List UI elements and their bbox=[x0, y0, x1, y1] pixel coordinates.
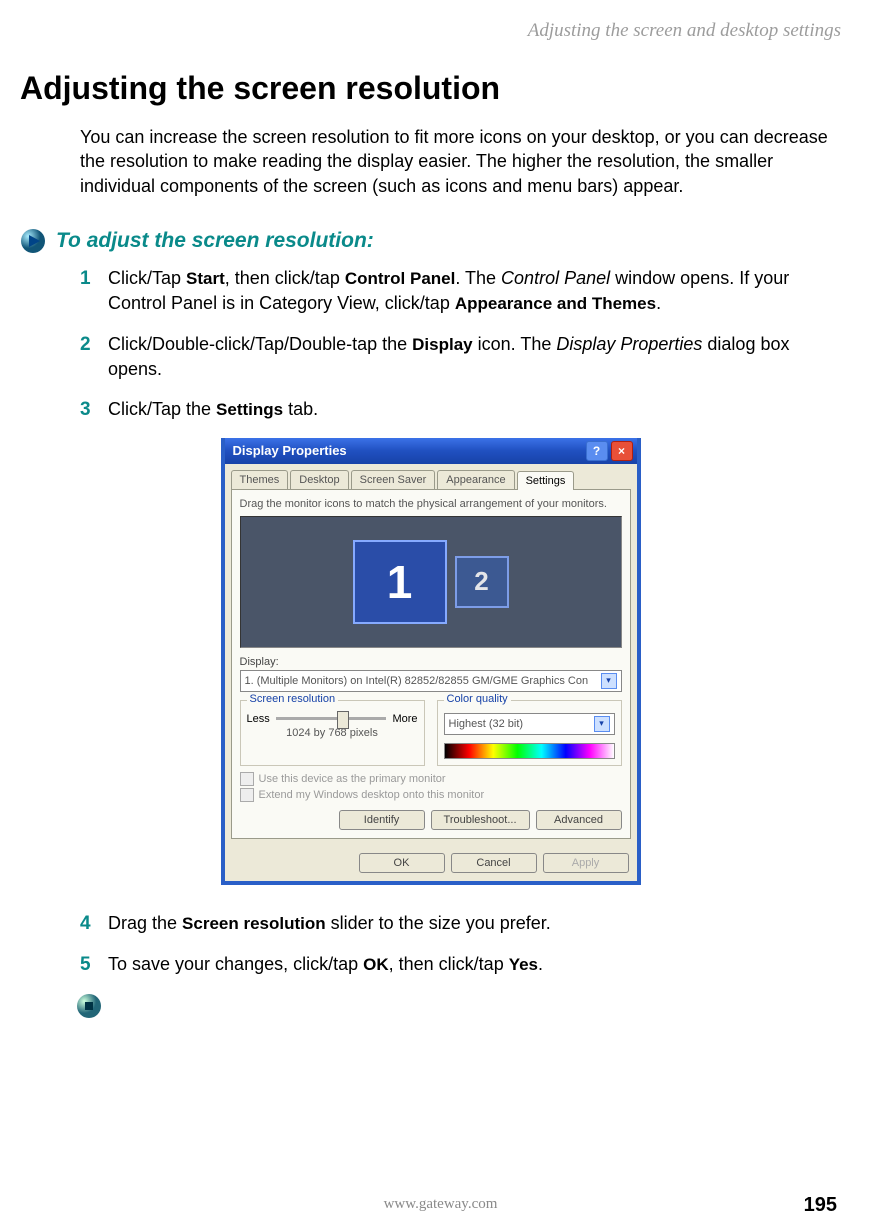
close-button[interactable]: × bbox=[611, 441, 633, 461]
color-dropdown[interactable]: Highest (32 bit) ▾ bbox=[444, 713, 615, 735]
task-title: To adjust the screen resolution: bbox=[56, 229, 374, 253]
step-text: To save your changes, click/tap bbox=[108, 954, 363, 974]
step-text: , then click/tap bbox=[389, 954, 509, 974]
tab-strip: Themes Desktop Screen Saver Appearance S… bbox=[225, 464, 637, 489]
intro-paragraph: You can increase the screen resolution t… bbox=[80, 125, 841, 198]
monitor-2[interactable]: 2 bbox=[455, 556, 509, 608]
tab-themes[interactable]: Themes bbox=[231, 470, 289, 489]
step-text: Click/Tap the bbox=[108, 399, 216, 419]
step-3: Click/Tap the Settings tab. bbox=[80, 397, 841, 422]
chevron-down-icon: ▾ bbox=[601, 673, 617, 689]
running-header: Adjusting the screen and desktop setting… bbox=[20, 20, 841, 42]
step-text: . bbox=[656, 293, 661, 313]
ui-ref: Yes bbox=[509, 955, 538, 974]
step-2: Click/Double-click/Tap/Double-tap the Di… bbox=[80, 332, 841, 381]
screen-resolution-group: Screen resolution Less More 1024 by 768 … bbox=[240, 700, 425, 766]
resolution-slider[interactable]: Less More bbox=[247, 713, 418, 725]
monitor-arrangement[interactable]: 1 2 bbox=[240, 516, 622, 648]
slider-min-label: Less bbox=[247, 713, 270, 725]
display-value: 1. (Multiple Monitors) on Intel(R) 82852… bbox=[245, 675, 589, 687]
ui-ref: Settings bbox=[216, 400, 283, 419]
tab-settings[interactable]: Settings bbox=[517, 471, 575, 490]
ui-ref: Display bbox=[412, 335, 472, 354]
step-text: Drag the bbox=[108, 913, 182, 933]
window-name: Control Panel bbox=[501, 268, 610, 288]
tab-screensaver[interactable]: Screen Saver bbox=[351, 470, 436, 489]
checkbox bbox=[240, 772, 254, 786]
identify-button[interactable]: Identify bbox=[339, 810, 425, 830]
checkbox-label: Extend my Windows desktop onto this moni… bbox=[259, 789, 485, 801]
step-4: Drag the Screen resolution slider to the… bbox=[80, 911, 841, 936]
display-properties-dialog: Display Properties ? × Themes Desktop Sc… bbox=[221, 438, 641, 885]
color-spectrum bbox=[444, 743, 615, 759]
cancel-button[interactable]: Cancel bbox=[451, 853, 537, 873]
steps-list-cont: Drag the Screen resolution slider to the… bbox=[80, 911, 841, 977]
primary-monitor-checkbox-row: Use this device as the primary monitor bbox=[240, 772, 622, 786]
page-number: 195 bbox=[804, 1194, 837, 1217]
step-text: icon. The bbox=[473, 334, 557, 354]
steps-list: Click/Tap Start, then click/tap Control … bbox=[80, 266, 841, 422]
extend-desktop-checkbox-row: Extend my Windows desktop onto this moni… bbox=[240, 788, 622, 802]
chevron-down-icon: ▾ bbox=[594, 716, 610, 732]
help-button[interactable]: ? bbox=[586, 441, 608, 461]
step-text: slider to the size you prefer. bbox=[326, 913, 551, 933]
ui-ref: Start bbox=[186, 269, 225, 288]
ui-ref: OK bbox=[363, 955, 389, 974]
step-1: Click/Tap Start, then click/tap Control … bbox=[80, 266, 841, 316]
tab-appearance[interactable]: Appearance bbox=[437, 470, 514, 489]
display-dropdown[interactable]: 1. (Multiple Monitors) on Intel(R) 82852… bbox=[240, 670, 622, 692]
step-text: Click/Double-click/Tap/Double-tap the bbox=[108, 334, 412, 354]
step-text: tab. bbox=[283, 399, 318, 419]
monitor-1[interactable]: 1 bbox=[353, 540, 447, 624]
instruction-text: Drag the monitor icons to match the phys… bbox=[240, 498, 622, 510]
troubleshoot-button[interactable]: Troubleshoot... bbox=[431, 810, 530, 830]
apply-button[interactable]: Apply bbox=[543, 853, 629, 873]
step-text: . bbox=[538, 954, 543, 974]
checkbox bbox=[240, 788, 254, 802]
group-title: Screen resolution bbox=[247, 693, 339, 705]
resolution-value: 1024 by 768 pixels bbox=[247, 727, 418, 739]
slider-thumb[interactable] bbox=[337, 711, 349, 729]
checkbox-label: Use this device as the primary monitor bbox=[259, 773, 446, 785]
step-text: . The bbox=[455, 268, 501, 288]
stop-icon bbox=[76, 993, 102, 1019]
ui-ref: Appearance and Themes bbox=[455, 294, 656, 313]
ui-ref: Control Panel bbox=[345, 269, 456, 288]
ok-button[interactable]: OK bbox=[359, 853, 445, 873]
slider-max-label: More bbox=[392, 713, 417, 725]
tab-desktop[interactable]: Desktop bbox=[290, 470, 348, 489]
step-text: , then click/tap bbox=[225, 268, 345, 288]
color-quality-group: Color quality Highest (32 bit) ▾ bbox=[437, 700, 622, 766]
advanced-button[interactable]: Advanced bbox=[536, 810, 622, 830]
group-title: Color quality bbox=[444, 693, 511, 705]
step-5: To save your changes, click/tap OK, then… bbox=[80, 952, 841, 977]
ui-ref: Screen resolution bbox=[182, 914, 326, 933]
color-value: Highest (32 bit) bbox=[449, 718, 524, 730]
dialog-title: Display Properties bbox=[233, 443, 347, 458]
window-name: Display Properties bbox=[556, 334, 702, 354]
step-text: Click/Tap bbox=[108, 268, 186, 288]
footer-url: www.gateway.com bbox=[0, 1196, 881, 1213]
display-label: Display: bbox=[240, 656, 622, 668]
play-icon bbox=[20, 228, 46, 254]
dialog-titlebar[interactable]: Display Properties ? × bbox=[225, 438, 637, 464]
tab-body: Drag the monitor icons to match the phys… bbox=[231, 489, 631, 839]
section-title: Adjusting the screen resolution bbox=[20, 70, 841, 107]
